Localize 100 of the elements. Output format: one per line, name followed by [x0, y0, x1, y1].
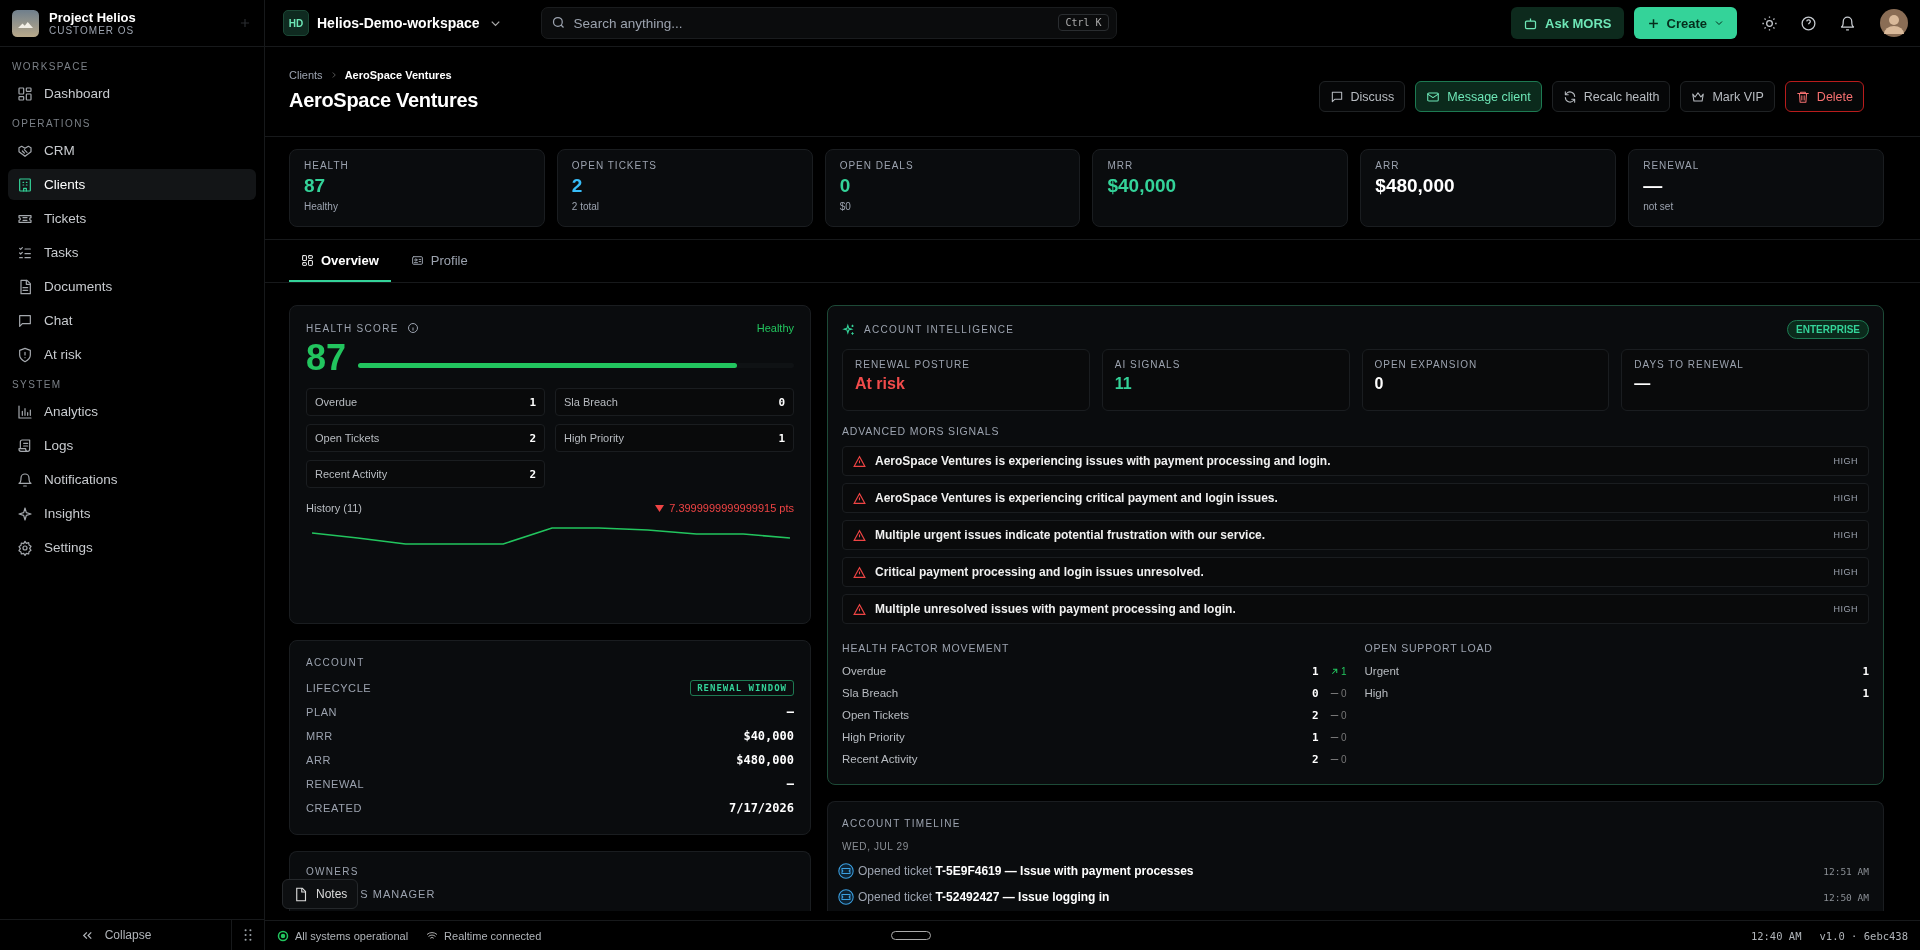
- factor-label: Sla Breach: [842, 687, 900, 699]
- metric-label: OPEN TICKETS: [571, 160, 657, 171]
- clock: 12:40 AM: [1750, 929, 1802, 942]
- help-icon[interactable]: [1800, 14, 1817, 32]
- tab[interactable]: Overview: [289, 240, 391, 282]
- nav-item[interactable]: Clients: [8, 169, 256, 200]
- nav-item[interactable]: Analytics: [8, 396, 256, 427]
- building-icon: [17, 176, 33, 193]
- sparkle-icon: [17, 505, 33, 522]
- signal-text: AeroSpace Ventures is experiencing critical payment and login issues.: [875, 491, 1279, 505]
- history-delta: 7.3999999999999915 pts: [669, 502, 794, 514]
- section-heading: WORKSPACE: [11, 60, 90, 74]
- stat-label: RENEWAL POSTURE: [855, 359, 971, 370]
- action-button[interactable]: Discuss: [1318, 81, 1406, 112]
- create-button[interactable]: Create: [1633, 7, 1737, 39]
- collapse-button[interactable]: Collapse: [0, 920, 231, 950]
- trend-delta: 0: [1340, 687, 1347, 699]
- realtime-status: Realtime connected: [444, 929, 542, 942]
- logo-icon: [12, 9, 39, 37]
- event-time: 12:50 AM: [1823, 891, 1869, 903]
- refresh-icon: [1562, 89, 1577, 104]
- load-label: High: [1364, 687, 1390, 699]
- factor-value: 1: [529, 395, 536, 409]
- nav-item[interactable]: Notifications: [8, 464, 256, 495]
- nav-item[interactable]: Tickets: [8, 203, 256, 234]
- field-label: RENEWAL: [306, 778, 365, 790]
- sparkle-icon: [842, 322, 856, 337]
- card-title: HEALTH SCORE: [306, 322, 399, 334]
- metric-caption: Healthy: [304, 201, 338, 212]
- factor-value: 0: [1311, 686, 1319, 700]
- load-value: 1: [1862, 664, 1869, 678]
- metric-value: 2: [571, 175, 583, 197]
- info-icon[interactable]: [406, 322, 419, 334]
- bell-icon: [17, 471, 33, 488]
- checklist-icon: [17, 244, 33, 261]
- factor-value: 1: [1311, 730, 1319, 744]
- load-label: Urgent: [1364, 665, 1401, 677]
- grid-icon: [17, 85, 33, 102]
- health-status: Healthy: [756, 322, 794, 334]
- workspace-switcher[interactable]: HD Helios-Demo-workspace: [283, 10, 503, 36]
- factor-label: Recent Activity: [315, 468, 388, 480]
- action-button[interactable]: Message client: [1415, 81, 1542, 112]
- field-value: $40,000: [743, 729, 794, 743]
- id-card-icon: [410, 253, 424, 267]
- stat-label: OPEN EXPANSION: [1374, 359, 1479, 370]
- avatar[interactable]: [1880, 9, 1908, 37]
- factor-value: 2: [529, 431, 536, 445]
- event-time: 12:51 AM: [1823, 865, 1869, 877]
- section-heading: OPERATIONS: [11, 117, 92, 131]
- sun-icon[interactable]: [1761, 14, 1778, 32]
- section-heading: HEALTH FACTOR MOVEMENT: [842, 642, 1011, 654]
- history-label: History (11): [306, 502, 363, 514]
- section-heading: ADVANCED MORS SIGNALS: [842, 425, 1001, 437]
- signal-text: AeroSpace Ventures is experiencing issues with payment processing and login.: [875, 454, 1332, 468]
- breadcrumb-link[interactable]: Clients: [289, 69, 323, 81]
- nav-item[interactable]: CRM: [8, 135, 256, 166]
- stat-value: 0: [1374, 375, 1385, 393]
- nav-item[interactable]: Settings: [8, 532, 256, 563]
- card-title: ACCOUNT INTELLIGENCE: [864, 324, 1015, 335]
- ask-button[interactable]: Ask MORS: [1511, 7, 1624, 39]
- stat-value: 11: [1114, 375, 1133, 393]
- shield-icon: [17, 346, 33, 363]
- breadcrumb-current: AeroSpace Ventures: [344, 69, 452, 81]
- nav-item[interactable]: Insights: [8, 498, 256, 529]
- nav-item[interactable]: Logs: [8, 430, 256, 461]
- shortcut-hint: Ctrl K: [1058, 14, 1109, 31]
- factor-value: 2: [1311, 752, 1319, 766]
- metric-caption: $0: [839, 201, 851, 212]
- scroll-icon: [17, 437, 33, 454]
- chart-icon: [17, 403, 33, 420]
- severity-label: HIGH: [1833, 530, 1858, 540]
- warning-icon: [853, 454, 866, 468]
- metric-value: 0: [839, 175, 851, 197]
- action-button[interactable]: Mark VIP: [1680, 81, 1775, 112]
- nav-item[interactable]: Documents: [8, 271, 256, 302]
- factor-value: 0: [778, 395, 785, 409]
- field-label: CREATED: [306, 802, 362, 814]
- nav-item[interactable]: Dashboard: [8, 78, 256, 109]
- date-heading: WED, JUL 29: [842, 841, 910, 852]
- nav-item[interactable]: Chat: [8, 305, 256, 336]
- down-triangle-icon: [655, 503, 665, 513]
- factor-label: High Priority: [842, 731, 906, 743]
- factor-label: High Priority: [564, 432, 624, 444]
- system-status: All systems operational: [295, 929, 409, 942]
- tab[interactable]: Profile: [398, 240, 480, 282]
- action-button[interactable]: Recalc health: [1551, 81, 1671, 112]
- action-button[interactable]: Delete: [1784, 81, 1864, 112]
- metric-caption: not set: [1643, 201, 1674, 212]
- notes-button[interactable]: Notes: [282, 879, 359, 909]
- brand-name: Project Helios: [49, 10, 137, 25]
- nav-item[interactable]: At risk: [8, 339, 256, 370]
- warning-icon: [853, 602, 866, 616]
- chat-icon: [17, 312, 33, 329]
- factor-label: Overdue: [315, 396, 358, 408]
- bell-icon[interactable]: [1839, 14, 1856, 32]
- severity-label: HIGH: [1833, 604, 1858, 614]
- plan-badge: ENTERPRISE: [1787, 320, 1869, 339]
- nav-item[interactable]: Tasks: [8, 237, 256, 268]
- chat-icon: [1329, 89, 1344, 104]
- grid-icon: [301, 253, 314, 267]
